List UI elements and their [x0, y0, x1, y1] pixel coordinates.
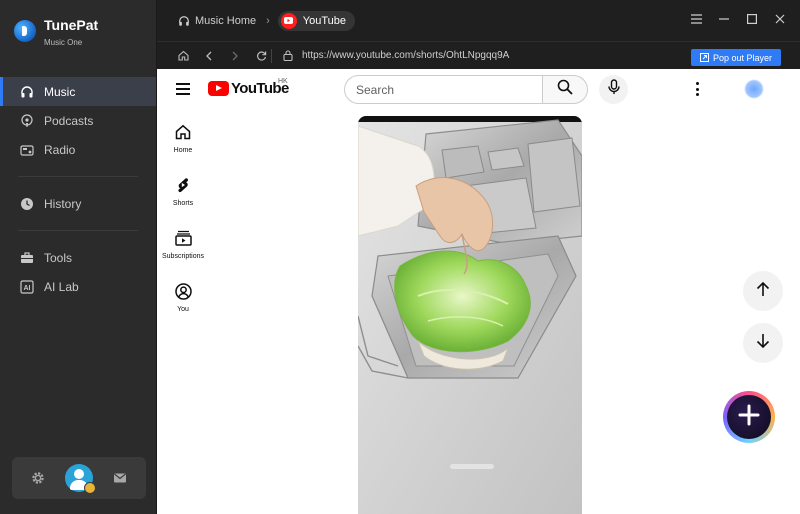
app-name: TunePat: [44, 17, 99, 33]
minimize-icon[interactable]: [718, 13, 730, 25]
plus-icon: [738, 404, 760, 431]
youtube-webview: YouTube HK Search Home Shorts Subscripti…: [157, 69, 800, 514]
menu-icon[interactable]: [690, 13, 702, 25]
more-options-icon[interactable]: [695, 82, 699, 96]
url-field[interactable]: https://www.youtube.com/shorts/OhtLNpgqq…: [302, 50, 509, 61]
shorts-icon: [174, 176, 192, 194]
sidebar-item-tools[interactable]: Tools: [0, 243, 156, 272]
sidebar-item-label: Radio: [44, 142, 76, 157]
youtube-icon: [280, 12, 297, 29]
guide-item-shorts[interactable]: Shorts: [157, 172, 209, 225]
lock-icon: [282, 50, 294, 62]
pop-out-icon: [699, 53, 709, 62]
sidebar-item-label: Podcasts: [44, 113, 94, 128]
youtube-mini-guide: Home Shorts Subscriptions You: [157, 119, 209, 331]
podcast-icon: [20, 113, 34, 128]
window-controls: [690, 13, 786, 25]
guide-label: Subscriptions: [161, 253, 205, 260]
youtube-header: YouTube HK Search: [157, 69, 800, 109]
region-code: HK: [278, 78, 288, 85]
voice-search-button[interactable]: [599, 75, 628, 104]
reload-icon[interactable]: [255, 50, 267, 62]
sidebar-item-label: AI Lab: [44, 279, 79, 294]
music-home-label: Music Home: [195, 14, 257, 27]
radio-icon: [20, 143, 34, 157]
app-sidebar: TunePat Music One Music Podcasts Radio H…: [0, 0, 157, 514]
tunepat-logo-icon: [14, 20, 36, 42]
back-icon[interactable]: [203, 50, 215, 62]
premium-badge-icon: [84, 482, 96, 494]
sidebar-item-music[interactable]: Music: [0, 77, 156, 106]
search-icon: [557, 79, 573, 100]
pop-out-player-button[interactable]: Pop out Player: [691, 49, 781, 66]
next-short-button[interactable]: [743, 323, 783, 363]
app-subtitle: Music One: [44, 38, 83, 47]
sidebar-divider: [18, 230, 138, 231]
gear-icon[interactable]: [30, 470, 46, 486]
account-avatar[interactable]: [745, 80, 763, 98]
sidebar-item-ai-lab[interactable]: AI AI Lab: [0, 272, 156, 301]
tab-youtube-label: YouTube: [302, 14, 347, 27]
home-icon: [174, 123, 192, 141]
guide-label: Home: [173, 147, 193, 154]
subscriptions-icon: [174, 229, 192, 247]
tab-youtube[interactable]: YouTube: [277, 10, 356, 31]
mail-icon[interactable]: [112, 470, 128, 486]
sidebar-item-podcasts[interactable]: Podcasts: [0, 106, 156, 135]
arrow-down-icon: [756, 333, 770, 354]
toolbox-icon: [20, 251, 34, 265]
sidebar-item-radio[interactable]: Radio: [0, 135, 156, 164]
previous-short-button[interactable]: [743, 271, 783, 311]
sidebar-bottom-bar: [12, 457, 146, 499]
sidebar-item-label: Music: [44, 84, 76, 99]
sidebar-item-label: Tools: [44, 250, 73, 265]
address-bar: https://www.youtube.com/shorts/OhtLNpgqq…: [157, 41, 800, 69]
close-icon[interactable]: [774, 13, 786, 25]
search-input[interactable]: Search: [344, 75, 543, 104]
arrow-up-icon: [756, 281, 770, 302]
pop-out-label: Pop out Player: [712, 52, 773, 63]
youtube-logo[interactable]: YouTube HK: [208, 78, 289, 97]
headphones-icon: [20, 85, 34, 99]
maximize-icon[interactable]: [746, 13, 758, 25]
home-icon[interactable]: [177, 50, 189, 62]
headphones-icon: [178, 15, 190, 27]
microphone-icon: [607, 79, 620, 100]
forward-icon[interactable]: [229, 50, 241, 62]
browser-nav: [177, 50, 267, 62]
hamburger-menu-icon[interactable]: [176, 83, 190, 95]
user-avatar-icon[interactable]: [65, 464, 96, 494]
sidebar-divider: [18, 176, 138, 177]
music-home-link[interactable]: Music Home: [178, 15, 256, 27]
chevron-right-icon: ›: [266, 14, 270, 27]
guide-item-home[interactable]: Home: [157, 119, 209, 172]
video-frame-image: [358, 116, 582, 514]
search-button[interactable]: [542, 75, 588, 104]
sidebar-item-label: History: [44, 196, 82, 211]
clock-icon: [20, 197, 34, 211]
guide-item-subscriptions[interactable]: Subscriptions: [157, 225, 209, 278]
you-icon: [174, 282, 192, 300]
guide-label: Shorts: [172, 200, 194, 207]
address-divider: [271, 48, 272, 63]
youtube-play-icon: [208, 81, 229, 96]
ai-icon: AI: [20, 279, 34, 294]
guide-label: You: [177, 306, 189, 313]
title-bar: Music Home › YouTube: [157, 0, 800, 41]
shorts-video-player[interactable]: [358, 116, 582, 514]
sidebar-nav: Music Podcasts Radio History Tools AI AI…: [0, 77, 156, 301]
add-to-list-button[interactable]: [723, 391, 775, 443]
sidebar-item-history[interactable]: History: [0, 189, 156, 218]
guide-item-you[interactable]: You: [157, 278, 209, 331]
brand: TunePat Music One: [14, 16, 98, 47]
svg-text:AI: AI: [24, 285, 31, 292]
